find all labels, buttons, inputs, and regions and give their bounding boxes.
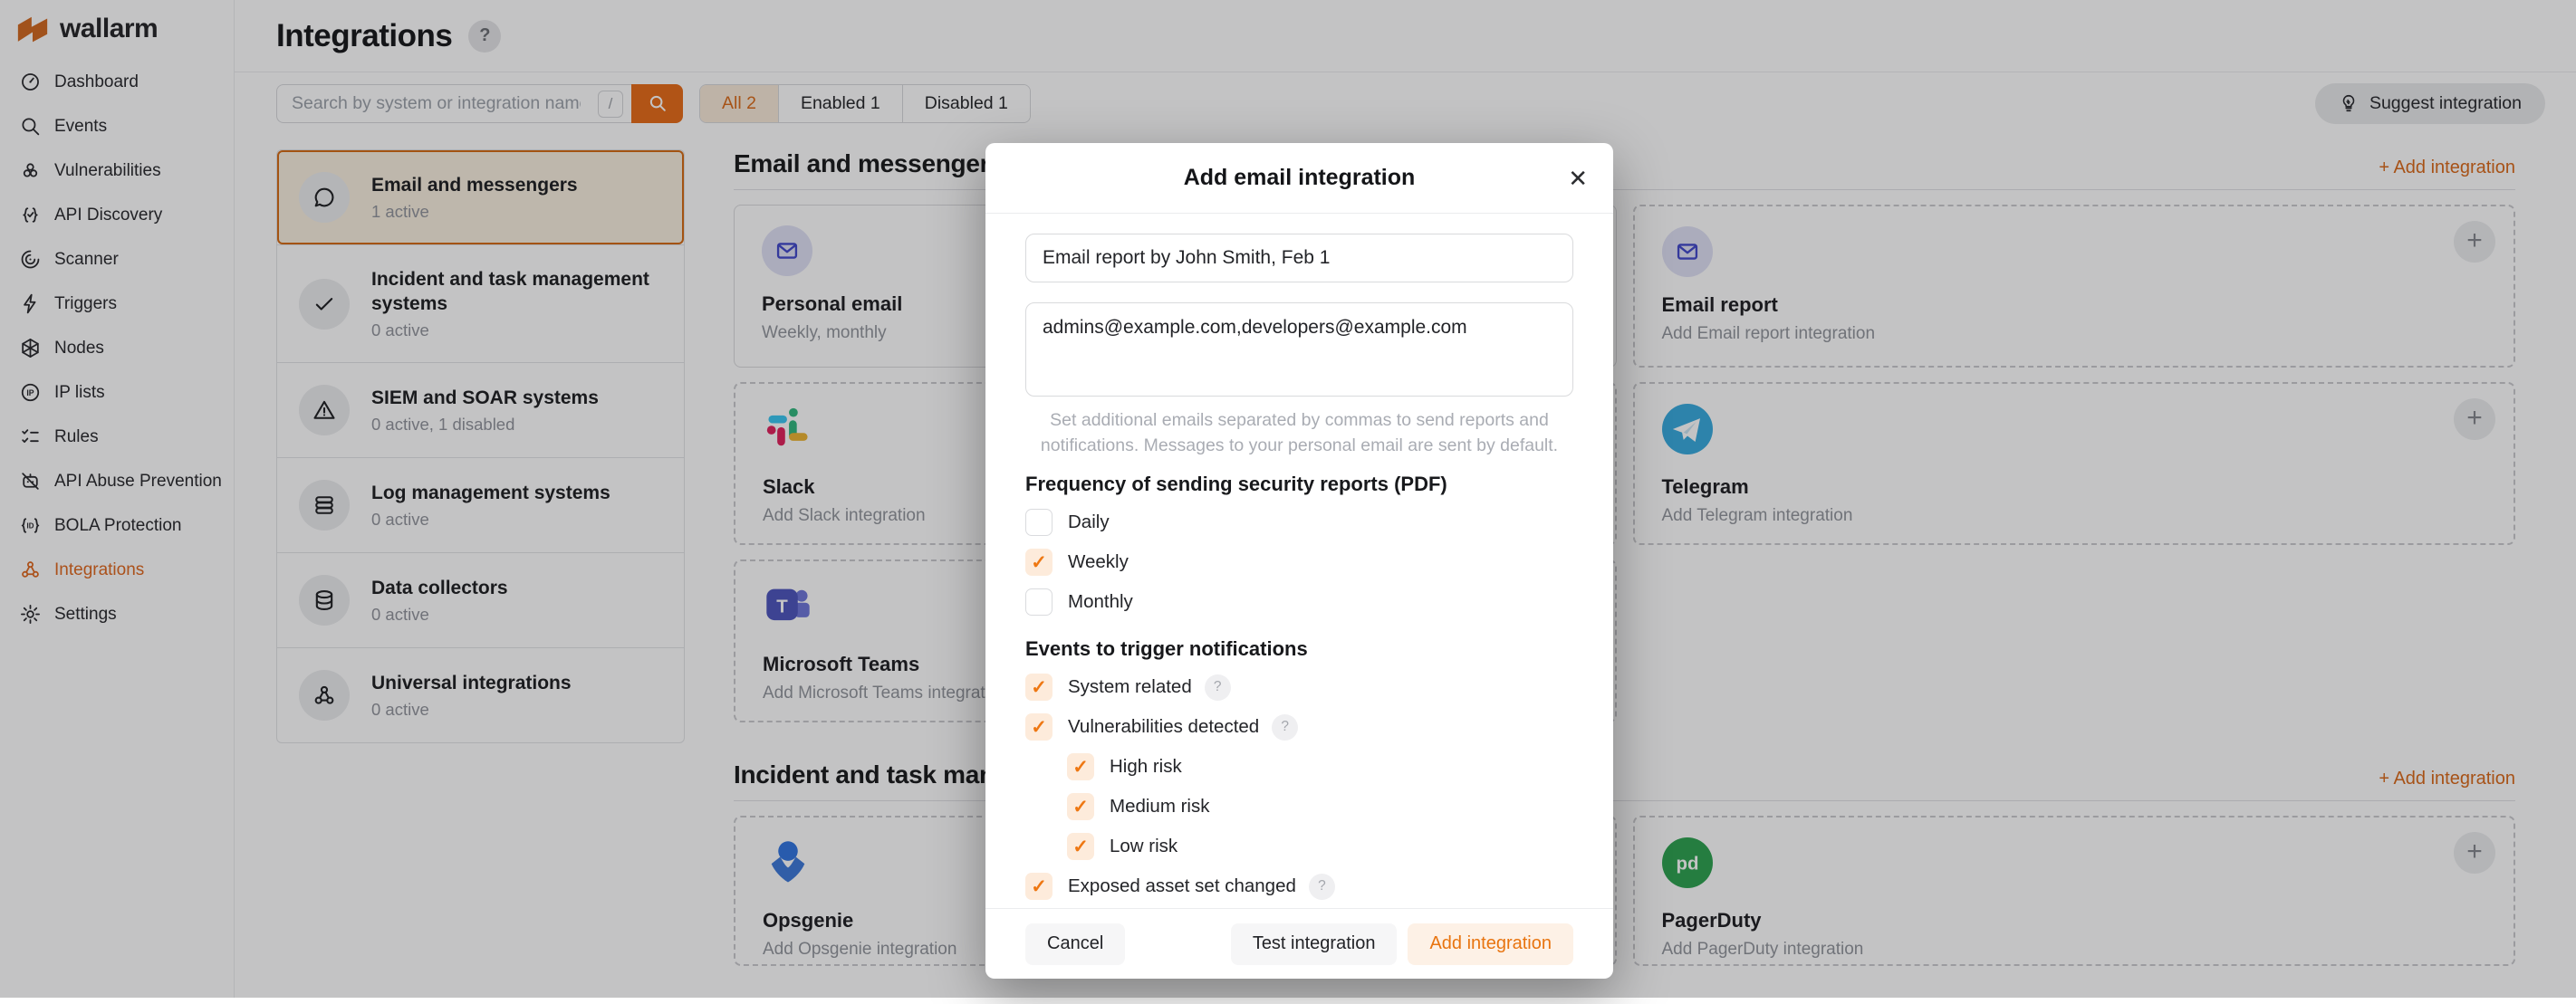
modal-body: admins@example.com,developers@example.co… bbox=[985, 234, 1613, 900]
integration-name-input[interactable] bbox=[1025, 234, 1573, 282]
checkbox-medium-risk[interactable]: Medium risk bbox=[1067, 793, 1573, 820]
help-icon[interactable] bbox=[1272, 714, 1298, 741]
add-email-integration-modal: Add email integration admins@example.com… bbox=[985, 143, 1613, 979]
modal-footer: Cancel Test integration Add integration bbox=[985, 908, 1613, 979]
checkbox-unchecked-icon[interactable] bbox=[1025, 588, 1053, 616]
emails-helper-text: Set additional emails separated by comma… bbox=[1025, 407, 1573, 458]
help-icon[interactable] bbox=[1309, 874, 1335, 900]
checkbox-monthly[interactable]: Monthly bbox=[1025, 588, 1573, 616]
checkbox-daily[interactable]: Daily bbox=[1025, 509, 1573, 536]
checkbox-checked-icon[interactable] bbox=[1067, 793, 1094, 820]
checkbox-system-related[interactable]: System related bbox=[1025, 674, 1573, 701]
checkbox-low-risk[interactable]: Low risk bbox=[1067, 833, 1573, 860]
checkbox-checked-icon[interactable] bbox=[1025, 674, 1053, 701]
checkbox-unchecked-icon[interactable] bbox=[1025, 509, 1053, 536]
checkbox-checked-icon[interactable] bbox=[1067, 753, 1094, 780]
cancel-button[interactable]: Cancel bbox=[1025, 923, 1125, 965]
test-integration-button[interactable]: Test integration bbox=[1231, 923, 1398, 965]
add-integration-button[interactable]: Add integration bbox=[1408, 923, 1573, 965]
modal-header: Add email integration bbox=[985, 143, 1613, 214]
integrations-page: wallarm Dashboard Events Vulnerabilities… bbox=[0, 0, 2576, 998]
events-heading: Events to trigger notifications bbox=[1025, 637, 1573, 661]
additional-emails-textarea[interactable]: admins@example.com,developers@example.co… bbox=[1025, 302, 1573, 397]
checkbox-exposed-asset-set-changed[interactable]: Exposed asset set changed bbox=[1025, 873, 1573, 900]
checkbox-checked-icon[interactable] bbox=[1067, 833, 1094, 860]
checkbox-weekly[interactable]: Weekly bbox=[1025, 549, 1573, 576]
close-icon[interactable] bbox=[1568, 167, 1588, 190]
help-icon[interactable] bbox=[1205, 674, 1231, 701]
checkbox-checked-icon[interactable] bbox=[1025, 713, 1053, 741]
checkbox-vulnerabilities-detected[interactable]: Vulnerabilities detected bbox=[1025, 713, 1573, 741]
checkbox-checked-icon[interactable] bbox=[1025, 873, 1053, 900]
checkbox-checked-icon[interactable] bbox=[1025, 549, 1053, 576]
frequency-heading: Frequency of sending security reports (P… bbox=[1025, 473, 1573, 496]
checkbox-high-risk[interactable]: High risk bbox=[1067, 753, 1573, 780]
modal-title: Add email integration bbox=[1184, 165, 1416, 191]
